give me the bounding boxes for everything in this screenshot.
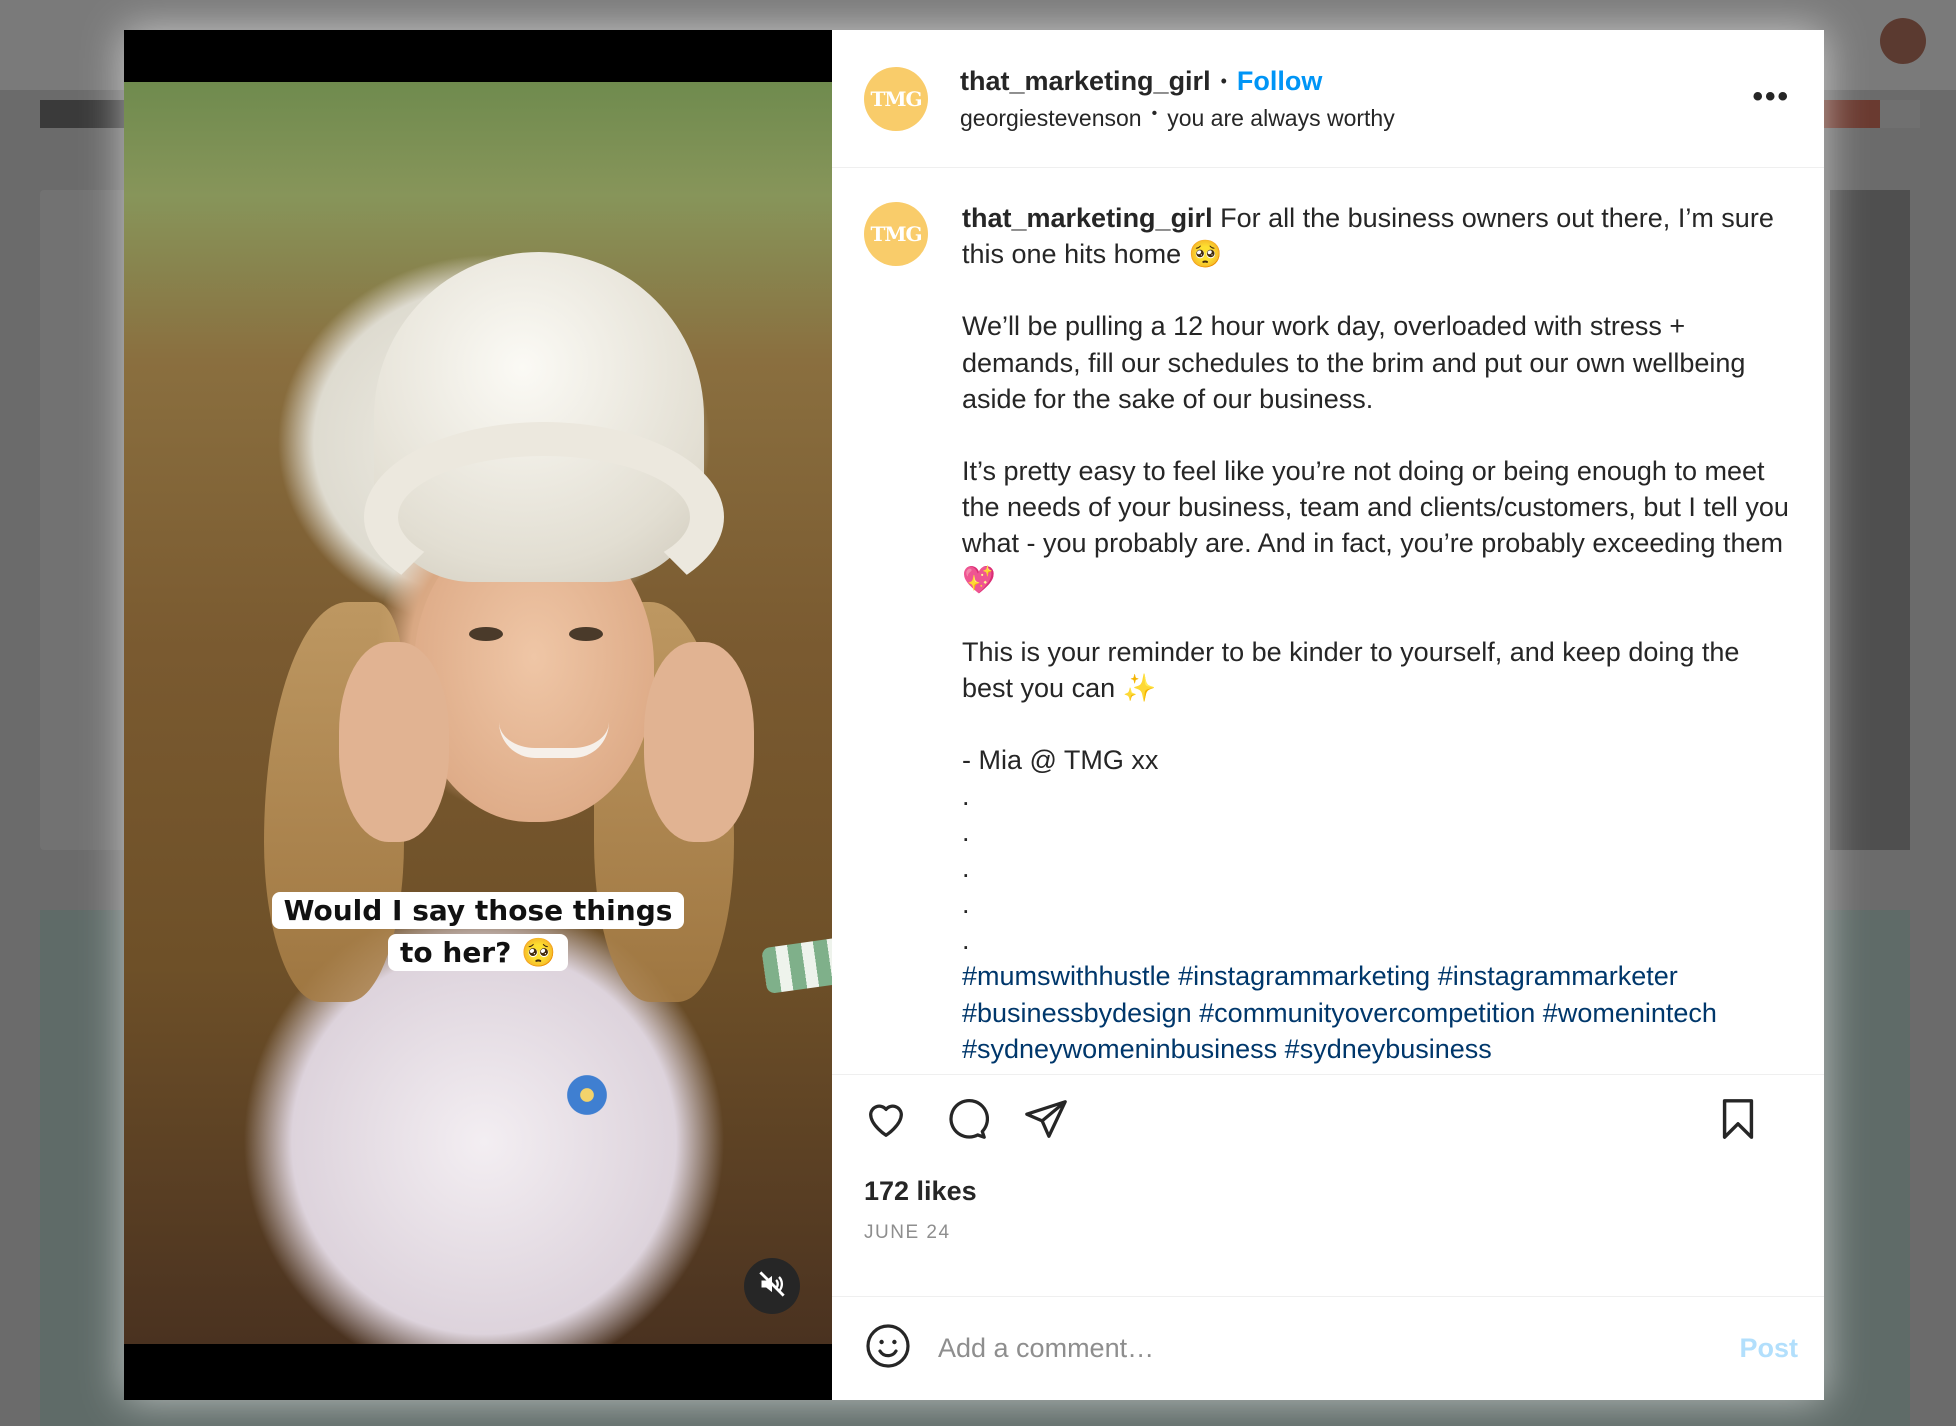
post-date[interactable]: JUNE 24 bbox=[832, 1216, 1824, 1296]
reel-video[interactable]: Would I say those things to her? 🥺 bbox=[124, 30, 832, 1400]
caption-dot: . bbox=[962, 889, 970, 920]
follow-button[interactable]: Follow bbox=[1237, 66, 1322, 97]
avatar[interactable]: TMG bbox=[864, 202, 928, 266]
post-panel: TMG that_marketing_girl • Follow georgie… bbox=[832, 30, 1824, 1400]
caption-dot: . bbox=[962, 925, 970, 956]
background-card-edge bbox=[1830, 190, 1910, 850]
comment-input[interactable] bbox=[938, 1333, 1740, 1364]
overlay-line: Would I say those things bbox=[271, 892, 685, 929]
caption-paragraph: We’ll be pulling a 12 hour work day, ove… bbox=[962, 311, 1746, 414]
caption-section: TMG that_marketing_girl For all the busi… bbox=[832, 168, 1824, 1074]
caption-dot: . bbox=[962, 853, 970, 884]
like-button[interactable] bbox=[862, 1098, 910, 1146]
likes-count[interactable]: 172 likes bbox=[832, 1168, 1824, 1216]
audio-title-link[interactable]: you are always worthy bbox=[1167, 105, 1395, 132]
post-comment-button[interactable]: Post bbox=[1739, 1333, 1798, 1364]
background-avatar bbox=[1880, 18, 1926, 64]
comment-bar: Post bbox=[832, 1296, 1824, 1400]
audio-artist-link[interactable]: georgiestevenson bbox=[960, 105, 1142, 132]
save-button[interactable] bbox=[1714, 1098, 1762, 1146]
comment-button[interactable] bbox=[942, 1098, 990, 1146]
emoji-icon[interactable] bbox=[864, 1322, 912, 1375]
muted-speaker-icon bbox=[758, 1270, 786, 1303]
share-icon bbox=[1023, 1096, 1069, 1147]
caption-paragraph: It’s pretty easy to feel like you’re not… bbox=[962, 456, 1789, 595]
video-caption-overlay: Would I say those things to her? 🥺 bbox=[124, 890, 832, 974]
separator-dot: • bbox=[1151, 104, 1158, 122]
caption-hashtags[interactable]: #mumswithhustle #instagrammarketing #ins… bbox=[962, 958, 1790, 1067]
video-frame[interactable] bbox=[124, 82, 832, 1344]
more-options-button[interactable]: ••• bbox=[1752, 80, 1790, 114]
action-bar bbox=[832, 1074, 1824, 1168]
heart-icon bbox=[863, 1096, 909, 1147]
overlay-line: to her? 🥺 bbox=[388, 934, 568, 971]
comment-icon bbox=[943, 1096, 990, 1147]
caption-username[interactable]: that_marketing_girl bbox=[962, 203, 1213, 233]
post-header: TMG that_marketing_girl • Follow georgie… bbox=[832, 30, 1824, 168]
separator-dot: • bbox=[1220, 70, 1227, 91]
share-button[interactable] bbox=[1022, 1098, 1070, 1146]
username-link[interactable]: that_marketing_girl bbox=[960, 66, 1211, 97]
avatar[interactable]: TMG bbox=[864, 66, 928, 131]
caption-dot: . bbox=[962, 781, 970, 812]
bookmark-icon bbox=[1715, 1096, 1761, 1147]
caption-dot: . bbox=[962, 817, 970, 848]
post-caption: that_marketing_girl For all the business… bbox=[962, 200, 1790, 1074]
post-modal: Would I say those things to her? 🥺 TMG t… bbox=[124, 30, 1824, 1400]
caption-paragraph: This is your reminder to be kinder to yo… bbox=[962, 636, 1740, 704]
mute-button[interactable] bbox=[744, 1258, 800, 1314]
caption-signoff: - Mia @ TMG xx bbox=[962, 745, 1159, 776]
